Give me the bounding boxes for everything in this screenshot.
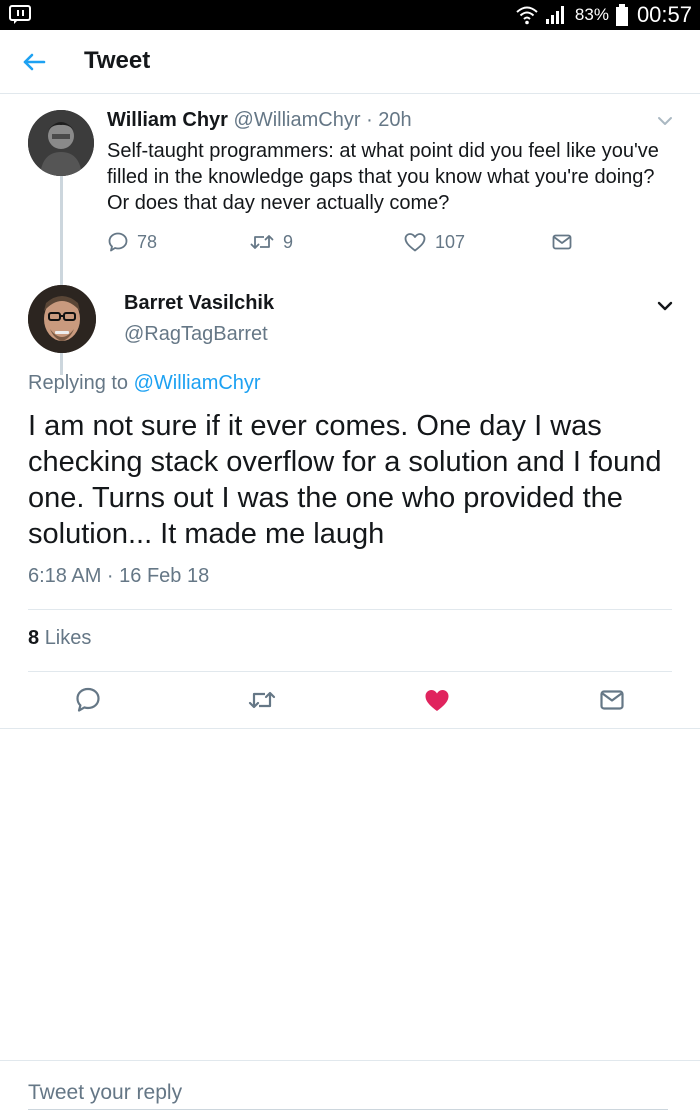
parent-tweet-actions: 78 9 107 xyxy=(107,231,587,255)
like-button[interactable]: 107 xyxy=(403,231,465,253)
tweet-timestamp: 6:18 AM · 16 Feb 18 xyxy=(28,565,210,587)
chevron-down-icon[interactable] xyxy=(656,115,674,127)
battery-percentage: 83% xyxy=(574,5,609,24)
header-bar: Tweet xyxy=(0,30,700,94)
divider xyxy=(0,728,700,729)
likes-label: Likes xyxy=(44,627,92,649)
author-name[interactable]: Barret Vasilchik xyxy=(124,292,274,315)
meta-separator: · xyxy=(366,109,373,131)
main-tweet-text: I am not sure if it ever comes. One day … xyxy=(28,410,662,550)
likes-summary[interactable]: 8 Likes xyxy=(28,627,91,650)
avatar[interactable] xyxy=(28,285,96,353)
like-count: 107 xyxy=(435,231,466,252)
parent-tweet-header: William Chyr @WilliamChyr · 20h xyxy=(107,109,412,132)
tweet-detail-screen: 83% 00:57 Tweet William Chyr @WilliamChy… xyxy=(0,0,700,1120)
replying-to-line: Replying to @WilliamChyr xyxy=(28,372,261,395)
author-handle[interactable]: @RagTagBarret xyxy=(124,323,268,346)
author-name[interactable]: William Chyr xyxy=(107,109,228,131)
retweet-button[interactable]: 9 xyxy=(249,231,293,253)
avatar-image xyxy=(28,110,94,176)
direct-message-icon[interactable] xyxy=(598,686,626,714)
like-outline-icon xyxy=(404,233,426,252)
retweet-icon xyxy=(250,235,274,249)
like-filled-icon[interactable] xyxy=(423,686,451,714)
page-title: Tweet xyxy=(84,47,151,74)
retweet-count: 9 xyxy=(283,231,294,252)
retweet-icon[interactable] xyxy=(246,686,278,714)
replying-to-prefix: Replying to xyxy=(28,372,129,394)
divider xyxy=(28,671,672,672)
reply-icon xyxy=(108,232,128,252)
parent-tweet[interactable]: William Chyr @WilliamChyr · 20h Self-tau… xyxy=(0,95,700,375)
wifi-icon xyxy=(516,6,538,25)
avatar[interactable] xyxy=(28,110,94,176)
status-bar: 83% 00:57 xyxy=(0,0,700,30)
clock: 00:57 xyxy=(636,2,692,27)
reply-composer xyxy=(0,1060,700,1120)
reply-icon[interactable] xyxy=(74,686,102,714)
divider xyxy=(28,609,672,610)
avatar-image xyxy=(28,285,96,353)
replying-to-link[interactable]: @WilliamChyr xyxy=(134,372,261,394)
back-arrow-icon[interactable] xyxy=(18,46,50,78)
main-tweet-actions xyxy=(0,682,700,718)
signal-icon xyxy=(545,6,564,24)
reply-input-underline xyxy=(28,1109,668,1110)
status-indicators: 83% 00:57 xyxy=(515,0,692,30)
reply-button[interactable]: 78 xyxy=(107,231,157,253)
direct-message-button[interactable] xyxy=(551,231,573,253)
reply-input[interactable] xyxy=(28,1077,668,1109)
author-handle[interactable]: @WilliamChyr xyxy=(234,109,361,131)
main-tweet-author: Barret Vasilchik @RagTagBarret xyxy=(0,283,700,363)
direct-message-icon xyxy=(552,234,572,250)
battery-icon xyxy=(615,4,628,26)
chevron-down-icon[interactable] xyxy=(656,300,674,312)
parent-tweet-text: Self-taught programmers: at what point d… xyxy=(107,140,659,214)
tweet-age: 20h xyxy=(378,109,412,131)
reply-count: 78 xyxy=(137,231,158,252)
likes-count: 8 xyxy=(28,627,40,649)
app-notification-icon xyxy=(9,5,31,24)
